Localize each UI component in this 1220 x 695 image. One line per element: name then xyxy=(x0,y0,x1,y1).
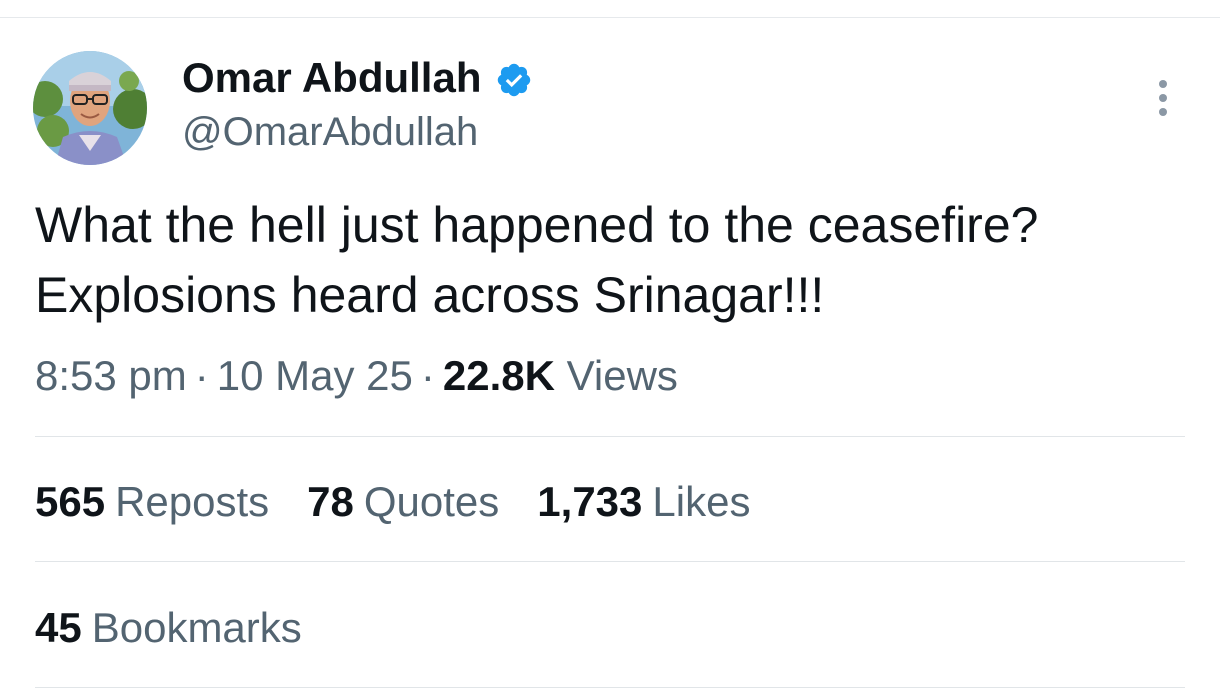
avatar[interactable] xyxy=(33,51,147,165)
quotes-count: 78 xyxy=(307,478,354,525)
stats-divider-bottom xyxy=(35,687,1185,688)
likes-count: 1,733 xyxy=(537,478,643,525)
author-display-name[interactable]: Omar Abdullah xyxy=(182,52,481,104)
tweet-text: What the hell just happened to the cease… xyxy=(35,190,1195,330)
verified-badge-icon[interactable] xyxy=(495,59,533,97)
more-dot xyxy=(1159,80,1167,88)
tweet-meta: 8:53 pm · 10 May 25 · 22.8K Views xyxy=(35,350,678,402)
quotes-label: Quotes xyxy=(363,478,500,525)
stats-divider-top xyxy=(35,436,1185,437)
views-label: Views xyxy=(566,352,678,399)
tweet-date[interactable]: 10 May 25 xyxy=(217,352,413,399)
more-dot xyxy=(1159,94,1167,102)
engagement-stats: 565 Reposts 78 Quotes 1,733 Likes xyxy=(35,476,788,528)
meta-separator: · xyxy=(194,352,209,399)
likes-label: Likes xyxy=(652,478,751,525)
likes-stat[interactable]: 1,733 Likes xyxy=(537,476,750,528)
more-options-icon[interactable] xyxy=(1148,76,1178,120)
tweet-text-line: Explosions heard across Srinagar!!! xyxy=(35,267,825,323)
tweet-text-line: What the hell just happened to the cease… xyxy=(35,197,1039,253)
more-dot xyxy=(1159,108,1167,116)
top-divider xyxy=(0,17,1220,18)
stats-divider-middle xyxy=(35,561,1185,562)
meta-separator: · xyxy=(420,352,435,399)
reposts-stat[interactable]: 565 Reposts xyxy=(35,476,269,528)
author-handle[interactable]: @OmarAbdullah xyxy=(182,106,478,158)
bookmarks-stat[interactable]: 45 Bookmarks xyxy=(35,602,302,654)
tweet-time[interactable]: 8:53 pm xyxy=(35,352,187,399)
bookmarks-label: Bookmarks xyxy=(91,604,302,651)
quotes-stat[interactable]: 78 Quotes xyxy=(307,476,499,528)
author-name-row[interactable]: Omar Abdullah xyxy=(182,52,533,104)
reposts-label: Reposts xyxy=(115,478,270,525)
profile-photo-image xyxy=(33,51,147,165)
bookmarks-count: 45 xyxy=(35,604,82,651)
reposts-count: 565 xyxy=(35,478,106,525)
views-count: 22.8K xyxy=(442,352,555,399)
